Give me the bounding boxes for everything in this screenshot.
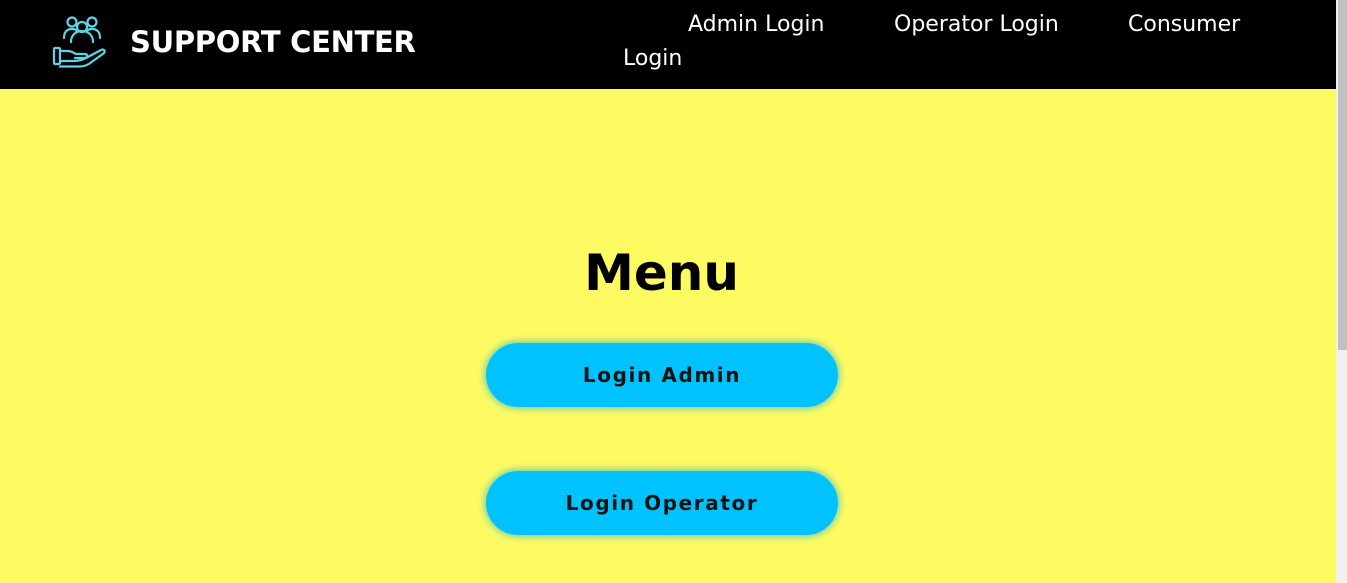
brand-link[interactable]: SUPPORT CENTER (52, 14, 416, 70)
page-title: Menu (584, 244, 739, 302)
vertical-scrollbar[interactable] (1336, 0, 1347, 583)
scrollbar-thumb[interactable] (1338, 0, 1347, 350)
login-operator-button[interactable]: Login Operator (486, 471, 838, 535)
navbar: SUPPORT CENTER Admin Login Operator Logi… (0, 0, 1336, 89)
login-admin-button[interactable]: Login Admin (486, 343, 838, 407)
page: SUPPORT CENTER Admin Login Operator Logi… (0, 0, 1347, 583)
brand-title: SUPPORT CENTER (130, 25, 416, 59)
nav-consumer-login-continued[interactable]: Login (623, 46, 682, 72)
support-hand-people-icon (52, 16, 106, 68)
nav-admin-login[interactable]: Admin Login (688, 12, 824, 38)
nav-consumer-login[interactable]: Consumer (1128, 12, 1240, 38)
nav-operator-login[interactable]: Operator Login (894, 12, 1059, 38)
